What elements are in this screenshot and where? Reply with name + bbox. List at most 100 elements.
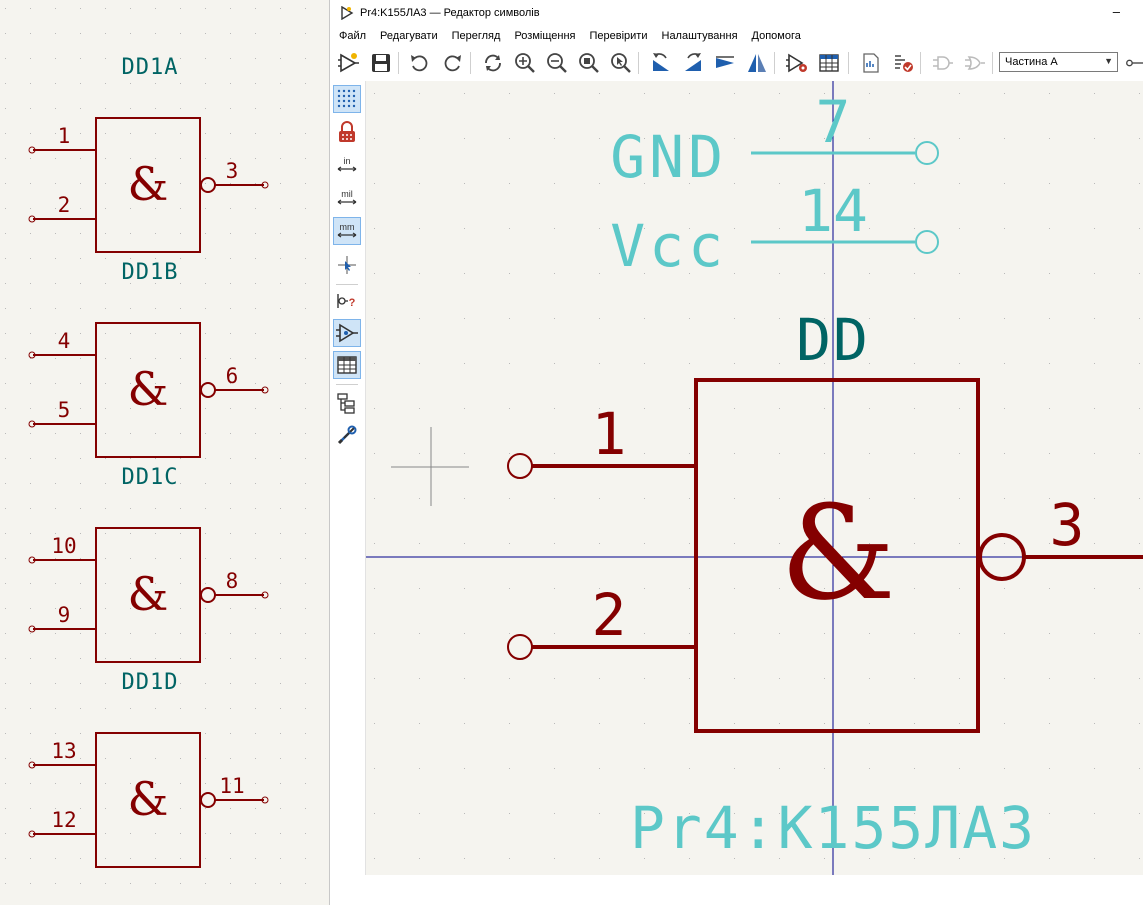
symbol-editor-app-icon <box>341 6 354 20</box>
rotate-ccw-icon[interactable] <box>648 50 674 76</box>
power-pin-name: Vcc <box>610 212 727 280</box>
zoom-selection-icon[interactable] <box>608 50 634 76</box>
mirror-horizontal-icon[interactable] <box>712 50 738 76</box>
title-bar: Pr4:K155ЛА3 — Редактор символів – <box>330 0 1143 26</box>
menu-edit[interactable]: Редагувати <box>373 30 445 42</box>
pin-number: 9 <box>58 603 71 627</box>
top-toolbar: Частина A ▼ <box>330 46 1143 82</box>
undo-icon[interactable] <box>406 50 432 76</box>
zoom-in-icon[interactable] <box>512 50 538 76</box>
symbol-value: Pr4:K155ЛА3 <box>630 794 1036 862</box>
gate-ampersand: & <box>128 772 169 826</box>
power-pin-name: GND <box>610 123 727 191</box>
lock-icon[interactable] <box>333 118 361 146</box>
pin-number: 8 <box>226 569 239 593</box>
unit-label: DD1B <box>122 260 179 285</box>
pin-tool-icon[interactable] <box>1124 50 1143 76</box>
menu-preferences[interactable]: Налаштування <box>655 30 745 42</box>
menu-bar: Файл Редагувати Перегляд Розміщення Пере… <box>330 26 1143 46</box>
save-icon[interactable] <box>368 50 394 76</box>
svg-text:?: ? <box>349 297 356 309</box>
pin-table-icon[interactable] <box>816 50 842 76</box>
schematic-unit: DD1C & 10 9 8 <box>28 465 269 663</box>
gate-ampersand: & <box>128 157 169 211</box>
zoom-fit-icon[interactable] <box>576 50 602 76</box>
show-pin-electrical-type-icon[interactable]: ? <box>333 287 361 315</box>
pin-number: 1 <box>58 124 71 148</box>
power-pin-end <box>915 230 939 254</box>
svg-text:mm: mm <box>340 222 355 232</box>
inversion-bubble <box>200 382 216 398</box>
units-mils-icon[interactable]: mil <box>333 184 361 212</box>
gate-ampersand: & <box>128 567 169 621</box>
schematic-unit: DD1B & 4 5 6 <box>28 260 269 458</box>
pin-number: 6 <box>226 364 239 388</box>
inversion-bubble <box>200 177 216 193</box>
power-pin-end <box>915 141 939 165</box>
menu-file[interactable]: Файл <box>330 30 373 42</box>
pin-number: 2 <box>58 193 71 217</box>
unit-label: DD1A <box>122 55 179 80</box>
left-toolbar: in mil mm ? <box>330 81 366 875</box>
pin-number: 12 <box>51 808 76 832</box>
menu-view[interactable]: Перегляд <box>445 30 508 42</box>
symbol-reference: DD <box>796 306 870 374</box>
minimize-button[interactable]: – <box>1113 4 1120 19</box>
symbol-browser-icon[interactable] <box>333 319 361 347</box>
symbol-drawing[interactable]: GND 7 Vcc 14 DD & 1 2 3 Pr4:K155ЛА3 <box>366 81 1143 875</box>
menu-place[interactable]: Розміщення <box>507 30 582 42</box>
cursor-crosshair-icon[interactable] <box>333 251 361 279</box>
de-morgan-standard-icon[interactable] <box>930 50 956 76</box>
refresh-icon[interactable] <box>480 50 506 76</box>
pin-number: 13 <box>51 739 76 763</box>
menu-inspect[interactable]: Перевірити <box>583 30 655 42</box>
pin-number: 2 <box>592 581 627 649</box>
pin-number: 1 <box>592 400 627 468</box>
inversion-bubble <box>200 792 216 808</box>
grid-dots <box>5 8 306 884</box>
schematic-unit: DD1A & 1 2 3 <box>28 55 269 253</box>
mirror-vertical-icon[interactable] <box>744 50 770 76</box>
symbol-properties-icon[interactable] <box>784 50 810 76</box>
tools-icon[interactable] <box>333 421 361 449</box>
new-symbol-icon[interactable] <box>336 50 362 76</box>
pin-end <box>507 453 533 479</box>
zoom-out-icon[interactable] <box>544 50 570 76</box>
pin-number: 3 <box>1050 491 1085 559</box>
units-inches-icon[interactable]: in <box>333 151 361 179</box>
hierarchy-icon[interactable] <box>333 389 361 417</box>
pin-number: 11 <box>219 774 244 798</box>
svg-text:in: in <box>343 156 350 166</box>
symbol-editor-window: Pr4:K155ЛА3 — Редактор символів – Файл Р… <box>329 0 1143 905</box>
de-morgan-alternate-icon[interactable] <box>962 50 988 76</box>
gate-ampersand: & <box>780 477 896 629</box>
unit-label: DD1D <box>122 670 179 695</box>
units-mm-icon[interactable]: mm <box>333 217 361 245</box>
pin-number: 4 <box>58 329 71 353</box>
unit-label: DD1C <box>122 465 179 490</box>
pin-number: 3 <box>226 159 239 183</box>
rotate-cw-icon[interactable] <box>680 50 706 76</box>
pin-end <box>507 634 533 660</box>
gate-ampersand: & <box>128 362 169 416</box>
check-symbol-icon[interactable] <box>890 50 916 76</box>
power-pin-number: 7 <box>816 88 851 156</box>
datasheet-icon[interactable] <box>858 50 884 76</box>
status-area <box>330 875 1143 905</box>
schematic-preview-canvas: DD1A&123DD1B&456DD1C&1098DD1D&131211 <box>5 8 306 884</box>
pin-number: 10 <box>51 534 76 558</box>
grid-dots <box>374 93 1140 859</box>
pin-table-side-icon[interactable] <box>333 351 361 379</box>
window-title: Pr4:K155ЛА3 — Редактор символів <box>360 7 540 19</box>
grid-icon[interactable] <box>333 85 361 113</box>
svg-text:mil: mil <box>341 189 353 199</box>
symbol-editor-canvas[interactable]: GND 7 Vcc 14 DD & 1 2 3 Pr4:K155ЛА3 <box>366 81 1143 875</box>
power-pin-number: 14 <box>798 177 868 245</box>
chevron-down-icon: ▼ <box>1104 56 1113 66</box>
redo-icon[interactable] <box>440 50 466 76</box>
unit-select-dropdown[interactable]: Частина A ▼ <box>999 52 1118 72</box>
unit-select-value: Частина A <box>1005 56 1058 68</box>
inversion-bubble <box>200 587 216 603</box>
menu-help[interactable]: Допомога <box>745 30 808 42</box>
pin-number: 5 <box>58 398 71 422</box>
